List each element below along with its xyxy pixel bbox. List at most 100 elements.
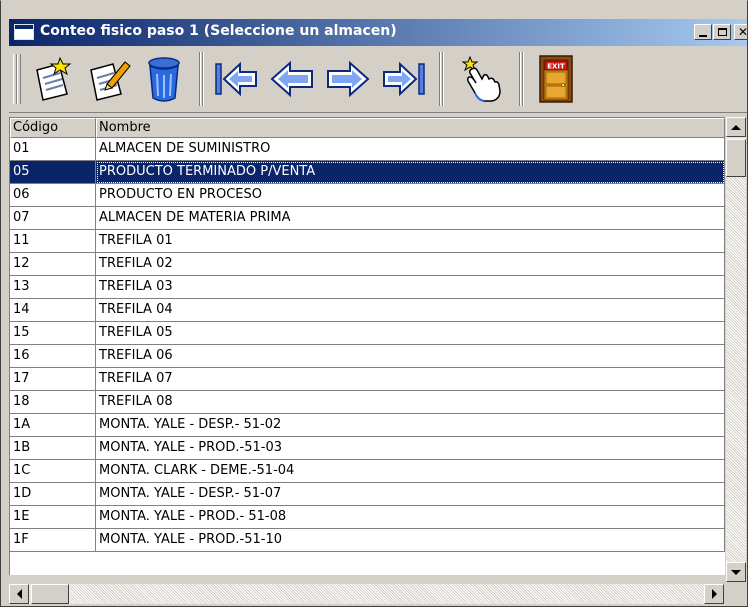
cell-codigo[interactable]: 15 xyxy=(10,322,96,345)
maximize-icon xyxy=(717,28,727,36)
window-title: Conteo fisico paso 1 (Seleccione un alma… xyxy=(40,23,397,39)
table-row[interactable]: 1C MONTA. CLARK - DEME.-51-04 xyxy=(10,460,725,483)
cell-codigo[interactable]: 06 xyxy=(10,184,96,207)
main-window: Conteo fisico paso 1 (Seleccione un alma… xyxy=(0,0,748,607)
edit-document-pencil-icon xyxy=(90,61,131,101)
cell-codigo[interactable]: 12 xyxy=(10,253,96,276)
close-button[interactable]: ✕ xyxy=(734,24,747,40)
first-record-button[interactable] xyxy=(209,52,263,106)
toolbar-separator xyxy=(199,52,201,106)
cell-nombre[interactable]: PRODUCTO EN PROCESO xyxy=(96,184,725,207)
cell-codigo[interactable]: 1C xyxy=(10,460,96,483)
arrow-last-icon xyxy=(383,61,425,97)
previous-record-button[interactable] xyxy=(265,52,319,106)
cell-codigo[interactable]: 07 xyxy=(10,207,96,230)
cell-nombre[interactable]: MONTA. YALE - PROD.-51-10 xyxy=(96,529,725,552)
cell-nombre[interactable]: TREFILA 08 xyxy=(96,391,725,414)
table-row[interactable]: 15 TREFILA 05 xyxy=(10,322,725,345)
cell-nombre[interactable]: TREFILA 07 xyxy=(96,368,725,391)
cell-nombre[interactable]: ALMACEN DE MATERIA PRIMA xyxy=(96,207,725,230)
maximize-button[interactable] xyxy=(713,24,731,40)
table-row[interactable]: 1D MONTA. YALE - DESP.- 51-07 xyxy=(10,483,725,506)
cell-codigo[interactable]: 1E xyxy=(10,506,96,529)
column-header-codigo[interactable]: Código xyxy=(10,118,96,138)
cell-codigo[interactable]: 17 xyxy=(10,368,96,391)
cell-nombre[interactable]: MONTA. YALE - PROD.-51-03 xyxy=(96,437,725,460)
horizontal-scroll-thumb[interactable] xyxy=(31,584,69,604)
cell-nombre[interactable]: TREFILA 02 xyxy=(96,253,725,276)
exit-button[interactable]: EXIT xyxy=(529,52,583,106)
trash-can-icon xyxy=(148,57,180,102)
toolbar-grip[interactable] xyxy=(17,54,21,104)
table-row[interactable]: 1E MONTA. YALE - PROD.- 51-08 xyxy=(10,506,725,529)
toolbar-separator xyxy=(519,52,521,106)
next-record-button[interactable] xyxy=(321,52,375,106)
table-row[interactable]: 12 TREFILA 02 xyxy=(10,253,725,276)
arrow-up-icon xyxy=(731,124,741,130)
cell-codigo[interactable]: 14 xyxy=(10,299,96,322)
horizontal-scrollbar[interactable] xyxy=(9,584,724,604)
scroll-right-button[interactable] xyxy=(704,584,724,604)
cell-nombre[interactable]: TREFILA 05 xyxy=(96,322,725,345)
warehouse-grid[interactable]: Código Nombre 01 ALMACEN DE SUMINISTRO 05 P… xyxy=(9,117,725,575)
arrow-down-icon xyxy=(731,569,741,575)
delete-record-button[interactable] xyxy=(137,52,191,106)
cell-codigo[interactable]: 16 xyxy=(10,345,96,368)
arrow-first-icon xyxy=(215,61,257,97)
table-row[interactable]: 06 PRODUCTO EN PROCESO xyxy=(10,184,725,207)
table-row[interactable]: 13 TREFILA 03 xyxy=(10,276,725,299)
cell-codigo[interactable]: 18 xyxy=(10,391,96,414)
cell-codigo[interactable]: 1B xyxy=(10,437,96,460)
grid-header: Código Nombre xyxy=(10,118,725,138)
cell-nombre[interactable]: MONTA. YALE - PROD.- 51-08 xyxy=(96,506,725,529)
window-app-icon xyxy=(14,24,34,40)
cell-codigo[interactable]: 11 xyxy=(10,230,96,253)
cell-codigo[interactable]: 1A xyxy=(10,414,96,437)
cell-codigo[interactable]: 13 xyxy=(10,276,96,299)
toolbar-separator xyxy=(442,52,444,106)
vertical-scrollbar[interactable] xyxy=(726,117,746,582)
cell-nombre[interactable]: PRODUCTO TERMINADO P/VENTA xyxy=(96,161,725,184)
edit-record-button[interactable] xyxy=(81,52,135,106)
cell-nombre[interactable]: MONTA. YALE - DESP.- 51-02 xyxy=(96,414,725,437)
cell-nombre[interactable]: TREFILA 06 xyxy=(96,345,725,368)
table-row[interactable]: 1A MONTA. YALE - DESP.- 51-02 xyxy=(10,414,725,437)
cell-codigo[interactable]: 05 xyxy=(10,161,96,184)
table-row[interactable]: 07 ALMACEN DE MATERIA PRIMA xyxy=(10,207,725,230)
vertical-scroll-thumb[interactable] xyxy=(726,139,746,177)
arrow-right-small-icon xyxy=(711,589,717,599)
scrollbar-corner xyxy=(726,584,746,604)
new-document-star-icon xyxy=(36,56,72,101)
minimize-button[interactable] xyxy=(694,24,712,40)
cell-codigo[interactable]: 01 xyxy=(10,138,96,161)
table-row[interactable]: 01 ALMACEN DE SUMINISTRO xyxy=(10,138,725,161)
table-row[interactable]: 16 TREFILA 06 xyxy=(10,345,725,368)
select-button[interactable] xyxy=(453,52,507,106)
cell-nombre[interactable]: TREFILA 03 xyxy=(96,276,725,299)
arrow-right-icon xyxy=(327,60,370,98)
cell-nombre[interactable]: TREFILA 04 xyxy=(96,299,725,322)
scroll-down-button[interactable] xyxy=(726,562,746,582)
cell-nombre[interactable]: ALMACEN DE SUMINISTRO xyxy=(96,138,725,161)
cell-codigo[interactable]: 1F xyxy=(10,529,96,552)
toolbar-separator xyxy=(522,52,524,106)
title-bar[interactable]: Conteo fisico paso 1 (Seleccione un alma… xyxy=(9,19,747,46)
column-header-nombre[interactable]: Nombre xyxy=(96,118,725,138)
scroll-up-button[interactable] xyxy=(726,117,746,137)
cell-codigo[interactable]: 1D xyxy=(10,483,96,506)
new-record-button[interactable] xyxy=(25,52,79,106)
scroll-left-button[interactable] xyxy=(9,584,29,604)
table-row[interactable]: 05 PRODUCTO TERMINADO P/VENTA xyxy=(10,161,725,184)
table-row[interactable]: 1F MONTA. YALE - PROD.-51-10 xyxy=(10,529,725,552)
table-row[interactable]: 17 TREFILA 07 xyxy=(10,368,725,391)
table-row[interactable]: 11 TREFILA 01 xyxy=(10,230,725,253)
minimize-icon xyxy=(699,35,707,37)
cell-nombre[interactable]: TREFILA 01 xyxy=(96,230,725,253)
table-row[interactable]: 1B MONTA. YALE - PROD.-51-03 xyxy=(10,437,725,460)
toolbar: EXIT xyxy=(9,46,747,113)
last-record-button[interactable] xyxy=(377,52,431,106)
table-row[interactable]: 14 TREFILA 04 xyxy=(10,299,725,322)
cell-nombre[interactable]: MONTA. YALE - DESP.- 51-07 xyxy=(96,483,725,506)
table-row[interactable]: 18 TREFILA 08 xyxy=(10,391,725,414)
cell-nombre[interactable]: MONTA. CLARK - DEME.-51-04 xyxy=(96,460,725,483)
